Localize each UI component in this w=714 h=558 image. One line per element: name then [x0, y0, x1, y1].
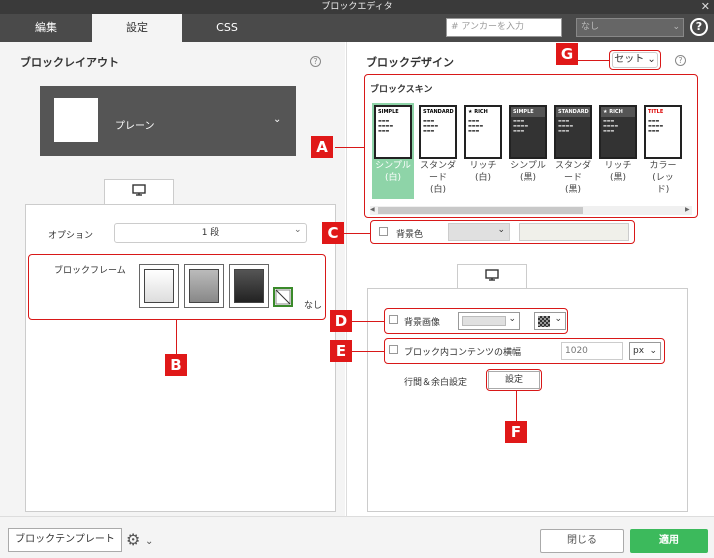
tab-edit[interactable]: 編集: [0, 14, 92, 42]
skin-option[interactable]: SIMPLE ▬▬▬ ▬▬▬▬ ▬▬▬: [374, 105, 412, 159]
layout-thumbnail: [54, 98, 98, 142]
scroll-right-icon[interactable]: ▶: [685, 206, 690, 213]
skin-header: ★ RICH: [466, 107, 500, 117]
skin-header: SIMPLE: [376, 107, 410, 117]
callout-line-c: [344, 233, 370, 234]
chevron-down-icon: ⌄: [145, 536, 154, 547]
layout-title: ブロックレイアウト: [20, 56, 119, 69]
help-icon[interactable]: ?: [690, 18, 708, 36]
skin-preview-body: ▬▬▬ ▬▬▬▬ ▬▬▬: [603, 118, 619, 133]
callout-line-f: [516, 391, 517, 421]
skin-preview-body: ▬▬▬ ▬▬▬▬ ▬▬▬: [468, 118, 484, 133]
bgcolor-checkbox[interactable]: [379, 227, 388, 236]
question-icon[interactable]: ?: [310, 56, 321, 67]
block-template-button[interactable]: ブロックテンプレート: [8, 528, 122, 552]
skin-label: リッチ (黒): [604, 161, 632, 183]
width-checkbox[interactable]: [389, 345, 398, 354]
bgimage-checkbox[interactable]: [389, 315, 398, 324]
option-select[interactable]: 1 段: [114, 223, 307, 243]
skin-option[interactable]: ★ RICH ▬▬▬ ▬▬▬▬ ▬▬▬: [599, 105, 637, 159]
chevron-down-icon: ⌄: [554, 314, 562, 324]
callout-badge-a: A: [311, 136, 333, 158]
skin-title: ブロックスキン: [370, 85, 433, 95]
bgimage-pattern-select[interactable]: ⌄: [534, 312, 566, 330]
skin-label: リッチ (白): [469, 161, 497, 183]
skin-scrollbar-thumb[interactable]: [378, 207, 583, 214]
callout-badge-d: D: [330, 310, 352, 332]
frame-callout-box: [28, 254, 326, 320]
spacing-label: 行間＆余白設定: [404, 378, 468, 388]
question-icon[interactable]: ?: [675, 55, 686, 66]
chevron-down-icon: ⌄: [672, 22, 680, 32]
skin-header: STANDARD: [421, 107, 455, 117]
skin-header: STANDARD: [556, 107, 590, 117]
callout-line-b: [176, 320, 177, 354]
callout-badge-e: E: [330, 340, 352, 362]
anchor-input[interactable]: # アンカーを入力: [446, 18, 562, 37]
skin-option[interactable]: ★ RICH ▬▬▬ ▬▬▬▬ ▬▬▬: [464, 105, 502, 159]
close-button[interactable]: 閉じる: [540, 529, 624, 553]
skin-option[interactable]: SIMPLE ▬▬▬ ▬▬▬▬ ▬▬▬: [509, 105, 547, 159]
width-unit-select[interactable]: px ⌄: [629, 342, 661, 360]
callout-line-e: [352, 351, 384, 352]
select-value: なし: [581, 22, 600, 32]
skin-preview-body: ▬▬▬ ▬▬▬▬ ▬▬▬: [558, 118, 574, 133]
chevron-down-icon: ⌄: [508, 314, 516, 324]
monitor-icon: [132, 184, 146, 196]
skin-label: シンプル (白): [375, 161, 411, 183]
skin-preview-body: ▬▬▬ ▬▬▬▬ ▬▬▬: [513, 118, 529, 133]
apply-button[interactable]: 適用: [630, 529, 708, 553]
width-input[interactable]: 1020: [561, 342, 623, 360]
bgcolor-input[interactable]: [519, 223, 629, 241]
pattern-icon: [538, 316, 550, 327]
set-callout-box: [609, 50, 661, 70]
window-title: ブロックエディタ: [0, 0, 714, 14]
skin-label: スタンダ ード (黒): [554, 161, 591, 195]
width-label: ブロック内コンテンツの横幅: [404, 348, 522, 358]
callout-badge-g: G: [556, 43, 578, 65]
skin-preview-body: ▬▬▬ ▬▬▬▬ ▬▬▬: [648, 118, 664, 133]
close-icon[interactable]: ✕: [701, 0, 710, 14]
skin-option[interactable]: STANDARD ▬▬▬ ▬▬▬▬ ▬▬▬: [554, 105, 592, 159]
skin-option[interactable]: STANDARD ▬▬▬ ▬▬▬▬ ▬▬▬: [419, 105, 457, 159]
callout-line-a: [335, 147, 364, 148]
chevron-down-icon: ⌄: [294, 225, 302, 235]
layout-selected-label: プレーン: [115, 121, 155, 132]
scroll-left-icon[interactable]: ◀: [370, 206, 375, 213]
width-unit-value: px: [633, 346, 645, 356]
design-title: ブロックデザイン: [366, 56, 454, 69]
tab-css[interactable]: CSS: [182, 14, 272, 42]
skin-preview-body: ▬▬▬ ▬▬▬▬ ▬▬▬: [378, 118, 394, 133]
callout-line-g: [578, 60, 609, 61]
callout-badge-c: C: [322, 222, 344, 244]
spacing-settings-button[interactable]: 設定: [488, 371, 540, 389]
chevron-down-icon: ⌄: [273, 114, 282, 125]
bgcolor-label: 背景色: [396, 230, 424, 240]
skin-preview-body: ▬▬▬ ▬▬▬▬ ▬▬▬: [423, 118, 439, 133]
anchor-select[interactable]: なし ⌄: [576, 18, 684, 37]
skin-header: SIMPLE: [511, 107, 545, 117]
bgimage-label: 背景画像: [404, 318, 441, 328]
chevron-down-icon: ⌄: [649, 346, 657, 356]
device-tab-desktop[interactable]: [104, 179, 174, 205]
skin-label: カラー (レッ ド): [649, 161, 677, 195]
chevron-down-icon: ⌄: [497, 225, 505, 235]
callout-line-d: [352, 321, 384, 322]
bgimage-select[interactable]: ⌄: [458, 312, 520, 330]
bgcolor-select[interactable]: ⌄: [448, 223, 510, 241]
monitor-icon: [485, 269, 499, 281]
skin-label: シンプル (黒): [510, 161, 546, 183]
skin-option[interactable]: TITLE ▬▬▬ ▬▬▬▬ ▬▬▬: [644, 105, 682, 159]
option-label: オプション: [48, 231, 94, 241]
tab-settings[interactable]: 設定: [92, 14, 182, 42]
skin-header: ★ RICH: [601, 107, 635, 117]
callout-badge-b: B: [165, 354, 187, 376]
callout-badge-f: F: [505, 421, 527, 443]
skin-label: スタンダ ード (白): [419, 161, 456, 195]
skin-header: TITLE: [646, 107, 680, 117]
device-tab-desktop[interactable]: [457, 264, 527, 290]
gear-icon[interactable]: ⚙: [126, 530, 140, 549]
